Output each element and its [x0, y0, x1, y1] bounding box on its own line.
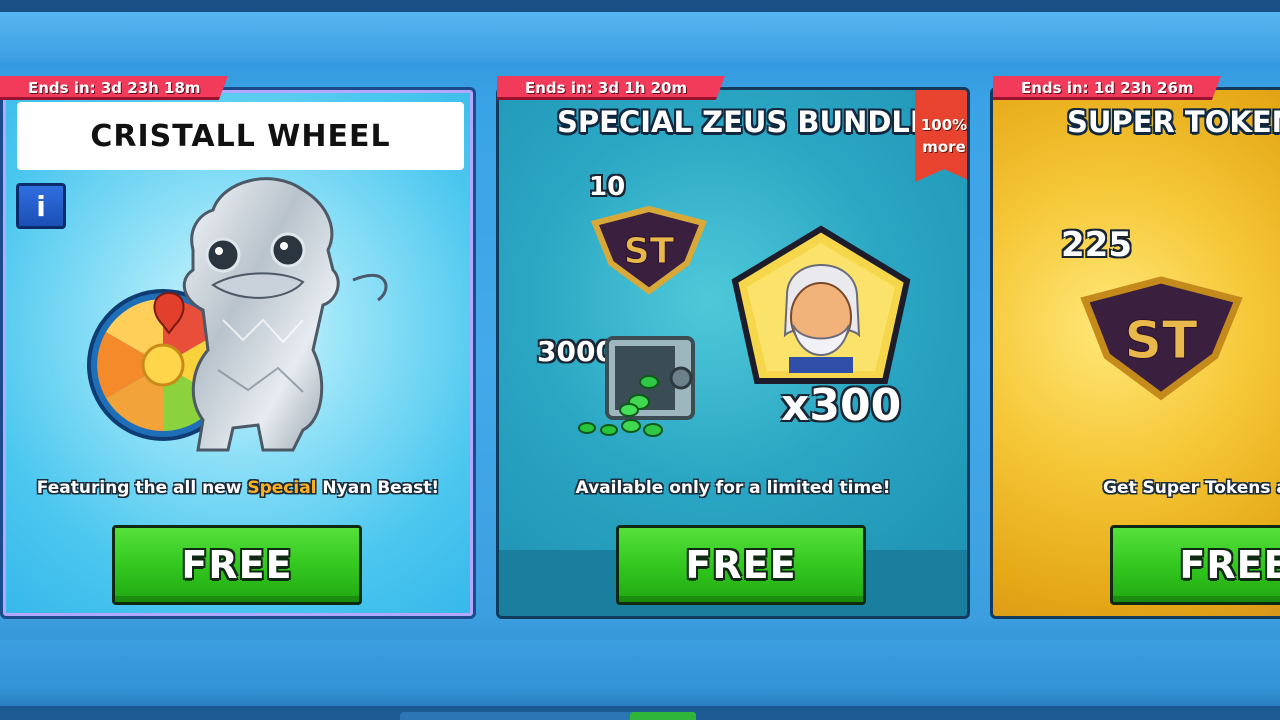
card-2-title: SPECIAL ZEUS BUNDLE [557, 105, 930, 139]
card-2-ribbon-line2: more [922, 138, 966, 156]
crystal-beast-icon [182, 177, 388, 452]
info-button[interactable]: i [16, 183, 66, 229]
card-2-free-button[interactable]: FREE [616, 525, 866, 605]
vault-gems-icon [578, 336, 695, 437]
card-1-caption-highlight: Special [247, 478, 317, 498]
top-band [0, 12, 1280, 62]
super-token-icon: ST [1080, 276, 1243, 401]
card-1-caption-pre: Featuring the all new [36, 478, 248, 498]
svg-text:ST: ST [624, 231, 675, 272]
card-1-free-button[interactable]: FREE [112, 525, 362, 605]
top-strip [0, 0, 1280, 12]
offer-card-super-token[interactable]: SUPER TOKEN I 225 ST Get Super Tokens ar… [990, 87, 1280, 619]
card-1-title: CRISTALL WHEEL [17, 102, 464, 170]
card-2-ribbon-line1: 100% [920, 116, 968, 134]
zeus-portrait-icon [731, 225, 911, 384]
card-1-caption: Featuring the all new Special Nyan Beast… [3, 478, 473, 498]
card-3-free-button[interactable]: FREE [1110, 525, 1280, 605]
offer-card-cristall-wheel[interactable]: CRISTALL WHEEL i Featuring the all new S… [0, 87, 476, 619]
svg-text:ST: ST [1125, 311, 1198, 371]
card-2-ends-in: Ends in: 3d 1h 20m [497, 76, 725, 100]
card-2-tokens-qty: 10 [589, 172, 626, 202]
card-1-caption-post: Nyan Beast! [316, 478, 440, 498]
card-3-caption: Get Super Tokens ar [1103, 478, 1280, 498]
card-1-ends-in: Ends in: 3d 23h 18m [0, 76, 228, 100]
super-token-icon: ST [590, 205, 708, 295]
card-2-caption: Available only for a limited time! [575, 478, 891, 498]
bottom-tab-free[interactable] [630, 712, 696, 720]
info-icon: i [36, 189, 46, 223]
card-2-bonus-ribbon: 100% more [915, 90, 968, 182]
card-3-tokens-qty: 225 [1061, 225, 1132, 265]
card-3-title: SUPER TOKEN I [1067, 105, 1280, 139]
card-3-ends-in: Ends in: 1d 23h 26m [993, 76, 1221, 100]
offer-card-zeus-bundle[interactable]: SPECIAL ZEUS BUNDLE 100% more 10 ST 3000… [496, 87, 970, 619]
card-2-zeus-qty: x300 [781, 380, 902, 431]
